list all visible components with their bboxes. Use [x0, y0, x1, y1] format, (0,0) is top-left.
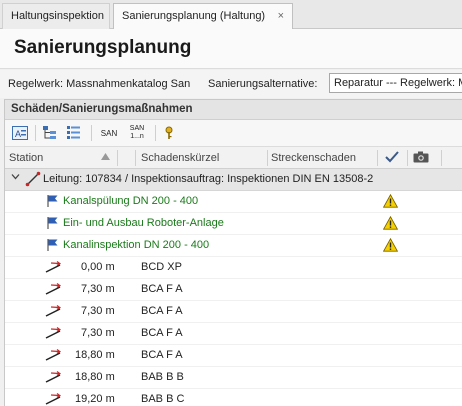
- damage-marker-icon: [45, 305, 63, 320]
- damage-code: BCA F A: [141, 349, 183, 361]
- damage-code: BCA F A: [141, 283, 183, 295]
- damage-code: BCD XP: [141, 261, 182, 273]
- measure-label: Ein- und Ausbau Roboter-Anlage: [63, 217, 224, 229]
- damage-code: BCA F A: [141, 305, 183, 317]
- flag-icon: [47, 216, 59, 233]
- measure-row[interactable]: Kanalinspektion DN 200 - 400: [5, 235, 462, 257]
- pipe-segment-icon: [25, 171, 41, 190]
- camera-icon[interactable]: [413, 151, 429, 166]
- schaeden-panel: Schäden/Sanierungsmaßnahmen A SAN SAN 1.…: [4, 99, 462, 406]
- tab-label: Sanierungsplanung (Haltung): [122, 10, 266, 22]
- station-value: 0,00 m: [81, 261, 115, 273]
- regelwerk-row: Regelwerk: Massnahmenkatalog San Sanieru…: [0, 70, 462, 98]
- tab-label: Haltungsinspektion: [11, 10, 104, 22]
- station-value: 7,30 m: [81, 283, 115, 295]
- damage-row[interactable]: 19,20 m BAB B C: [5, 389, 462, 406]
- text-field-icon[interactable]: A: [11, 124, 29, 142]
- damage-code: BAB B C: [141, 393, 185, 405]
- damage-row[interactable]: 7,30 m BCA F A: [5, 323, 462, 345]
- warning-icon: [382, 193, 399, 211]
- checkmark-icon[interactable]: [385, 151, 399, 166]
- station-value: 18,80 m: [75, 349, 115, 361]
- close-icon[interactable]: ×: [278, 4, 284, 28]
- damage-row[interactable]: 0,00 m BCD XP: [5, 257, 462, 279]
- measure-label: Kanalspülung DN 200 - 400: [63, 195, 199, 207]
- damage-row[interactable]: 7,30 m BCA F A: [5, 279, 462, 301]
- damage-marker-icon: [45, 327, 63, 342]
- sort-ascending-icon[interactable]: [101, 151, 110, 163]
- damage-marker-icon: [45, 371, 63, 386]
- title-bar: Sanierungsplanung: [0, 29, 462, 69]
- damage-marker-icon: [45, 261, 63, 276]
- group-row[interactable]: Leitung: 107834 / Inspektionsauftrag: In…: [5, 169, 462, 191]
- san-range-button[interactable]: SAN 1...n: [125, 124, 149, 142]
- san-label: SAN: [100, 128, 118, 138]
- panel-title: Schäden/Sanierungsmaßnahmen: [5, 100, 462, 120]
- station-value: 19,20 m: [75, 393, 115, 405]
- column-station[interactable]: Station: [9, 152, 43, 164]
- regelwerk-label: Regelwerk: Massnahmenkatalog San: [8, 78, 191, 90]
- chevron-down-icon[interactable]: [11, 172, 20, 184]
- flag-icon: [47, 238, 59, 255]
- damage-marker-icon: [45, 349, 63, 364]
- tab-bar: Haltungsinspektion Sanierungsplanung (Ha…: [0, 0, 462, 30]
- list-view-icon[interactable]: [65, 124, 83, 142]
- san-button[interactable]: SAN: [97, 124, 121, 142]
- column-streckenschaden[interactable]: Streckenschaden: [271, 152, 356, 164]
- key-icon[interactable]: [161, 124, 177, 142]
- flag-icon: [47, 194, 59, 211]
- toolbar: A SAN SAN 1...n: [5, 120, 462, 147]
- damage-row[interactable]: 7,30 m BCA F A: [5, 301, 462, 323]
- damage-grid: Leitung: 107834 / Inspektionsauftrag: In…: [5, 169, 462, 406]
- station-value: 7,30 m: [81, 305, 115, 317]
- column-header: Station Schadenskürzel Streckenschaden: [5, 147, 462, 169]
- page-title: Sanierungsplanung: [14, 37, 192, 58]
- san-range-bottom: 1...n: [130, 133, 144, 140]
- damage-code: BCA F A: [141, 327, 183, 339]
- sanierungsalternative-select[interactable]: Reparatur --- Regelwerk: M: [329, 73, 462, 93]
- san-range-top: SAN: [129, 125, 145, 132]
- sanierungsalternative-label: Sanierungsalternative:: [208, 78, 318, 90]
- damage-row[interactable]: 18,80 m BAB B B: [5, 367, 462, 389]
- station-value: 18,80 m: [75, 371, 115, 383]
- measure-row[interactable]: Ein- und Ausbau Roboter-Anlage: [5, 213, 462, 235]
- damage-marker-icon: [45, 283, 63, 298]
- group-label: Leitung: 107834 / Inspektionsauftrag: In…: [43, 173, 374, 185]
- column-schadenskuerzel[interactable]: Schadenskürzel: [141, 152, 219, 164]
- warning-icon: [382, 215, 399, 233]
- damage-marker-icon: [45, 393, 63, 406]
- station-value: 7,30 m: [81, 327, 115, 339]
- damage-row[interactable]: 18,80 m BCA F A: [5, 345, 462, 367]
- measure-row[interactable]: Kanalspülung DN 200 - 400: [5, 191, 462, 213]
- tab-haltungsinspektion[interactable]: Haltungsinspektion: [2, 3, 110, 29]
- tab-sanierungsplanung[interactable]: Sanierungsplanung (Haltung) ×: [113, 3, 293, 30]
- damage-code: BAB B B: [141, 371, 184, 383]
- svg-text:A: A: [15, 129, 21, 139]
- tree-expand-icon[interactable]: [41, 124, 59, 142]
- measure-label: Kanalinspektion DN 200 - 400: [63, 239, 210, 251]
- warning-icon: [382, 237, 399, 255]
